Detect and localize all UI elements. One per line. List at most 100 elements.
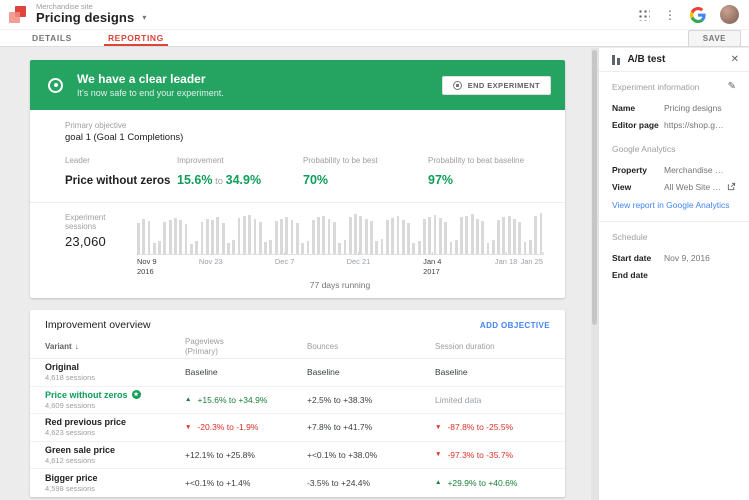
info-label: Editor page [612,120,664,130]
sessions-bar [328,219,331,254]
column-header-session-duration[interactable]: Session duration [435,342,550,352]
table-row-red-previous-price[interactable]: Red previous price4,623 sessions▼-20.3% … [30,414,565,442]
sessions-bar [450,242,453,254]
optimize-logo-icon [9,6,26,23]
table-row-price-without-zeros[interactable]: Price without zeros★4,609 sessions▲+15.6… [30,387,565,415]
add-objective-button[interactable]: ADD OBJECTIVE [480,321,550,330]
x-tick-dec-21: Dec 21 [347,257,371,267]
sessions-bar [137,223,140,254]
sessions-bar [211,220,214,254]
sessions-bar [471,214,474,254]
sessions-bar [338,243,341,254]
experiment-sessions-section: Experiment sessions 23,060 Nov 92016Nov … [30,203,565,298]
sessions-bar [444,222,447,254]
sessions-bar [513,219,516,254]
metric-cell: Baseline [435,367,550,377]
metric-cell: Limited data [435,395,550,405]
sessions-bar [195,241,198,254]
optimize-report-page: Merchandise site Pricing designs ▾ ⋮ DET… [0,0,749,500]
sessions-bar [259,222,262,254]
open-in-new-icon[interactable] [727,182,736,191]
trend-up-icon: ▲ [435,479,441,486]
info-value: Nov 9, 2016 [664,253,724,263]
more-options-icon[interactable]: ⋮ [664,9,676,21]
experiment-title: Pricing designs [36,11,134,25]
sessions-bar [153,243,156,254]
tab-bar: DETAILS REPORTING SAVE [0,30,749,47]
variant-name: Bigger price [45,473,185,483]
info-label: Property [612,165,664,175]
view-report-link[interactable]: View report in Google Analytics [612,200,736,210]
divider [599,221,749,222]
table-row-green-sale-price[interactable]: Green sale price4,612 sessions+12.1% to … [30,442,565,470]
sessions-bar [148,221,151,254]
tab-reporting[interactable]: REPORTING [104,30,168,46]
sessions-bar [142,219,145,254]
variant-name: Red previous price [45,417,185,427]
sessions-bar [201,222,204,254]
scrollbar[interactable] [591,48,598,500]
column-header-pageviews[interactable]: Pageviews(Primary) [185,337,307,357]
sessions-bar [238,218,241,254]
save-button[interactable]: SAVE [688,30,741,47]
sessions-bar [524,242,527,254]
account-avatar[interactable] [720,5,739,24]
close-icon[interactable]: ✕ [731,54,739,65]
info-row-property: PropertyMerchandise GA property [612,161,736,178]
improvement-overview-card: Improvement overview ADD OBJECTIVE Varia… [30,310,565,497]
sessions-bar [222,223,225,254]
sessions-bar [428,217,431,254]
objective-stats: LeaderPrice without zerosImprovement15.6… [65,156,545,189]
x-tick-jan-4: Jan 42017 [423,257,441,277]
table-row-bigger-price[interactable]: Bigger price4,598 sessions+<0.1% to +1.4… [30,469,565,497]
sessions-bar [243,216,246,254]
variant-sessions: 4,609 sessions [45,401,185,410]
end-experiment-button[interactable]: END EXPERIMENT [442,76,551,95]
sessions-bar [423,219,426,254]
edit-pencil-icon[interactable]: ✎ [728,81,736,92]
leader-summary-card: We have a clear leader It's now safe to … [30,60,565,298]
sessions-bar [481,221,484,254]
sessions-bar [312,220,315,254]
sessions-bar [418,241,421,254]
chevron-down-icon[interactable]: ▾ [142,14,146,23]
sessions-bar [307,241,310,254]
table-header-row: Variant↓Pageviews(Primary)BouncesSession… [30,335,565,359]
sessions-bar [179,220,182,254]
sessions-bar [386,220,389,254]
sessions-bar [185,224,188,254]
section-google-analytics: Google AnalyticsPropertyMerchandise GA p… [612,144,736,210]
sessions-bar [375,241,378,254]
primary-objective-label: Primary objective [65,121,545,130]
overview-title: Improvement overview [45,319,151,331]
table-row-original[interactable]: Original4,618 sessionsBaselineBaselineBa… [30,359,565,387]
sessions-bar [397,216,400,254]
app-bar: Merchandise site Pricing designs ▾ ⋮ [0,0,749,30]
title-block: Merchandise site Pricing designs ▾ [36,3,146,26]
sessions-bar [460,217,463,254]
metric-cell: ▲+29.9% to +40.6% [435,478,550,488]
sessions-bar [275,221,278,254]
column-header-variant[interactable]: Variant↓ [45,342,185,352]
stat-label: Improvement [177,156,303,165]
stat-probability-to-be-best: Probability to be best70% [303,156,428,189]
sessions-bar [402,220,405,254]
sort-descending-icon: ↓ [75,342,79,351]
info-row-end-date: End date [612,266,736,283]
table-body: Original4,618 sessionsBaselineBaselineBa… [30,359,565,497]
column-header-bounces[interactable]: Bounces [307,342,435,352]
sessions-bar [291,220,294,254]
variant-cell: Original4,618 sessions [45,362,185,382]
info-value: Pricing designs [664,103,724,113]
metric-cell: +12.1% to +25.8% [185,450,307,460]
sessions-bar [163,222,166,254]
apps-grid-icon[interactable] [638,9,650,21]
google-logo-icon[interactable] [690,7,706,23]
metric-cell: Baseline [185,367,307,377]
scrollbar-thumb[interactable] [592,50,597,325]
metric-cell: ▼-97.3% to -35.7% [435,450,550,460]
ab-test-icon [612,55,620,65]
info-label: End date [612,270,664,280]
stat-value: Price without zeros [65,171,177,189]
tab-details[interactable]: DETAILS [28,30,76,46]
